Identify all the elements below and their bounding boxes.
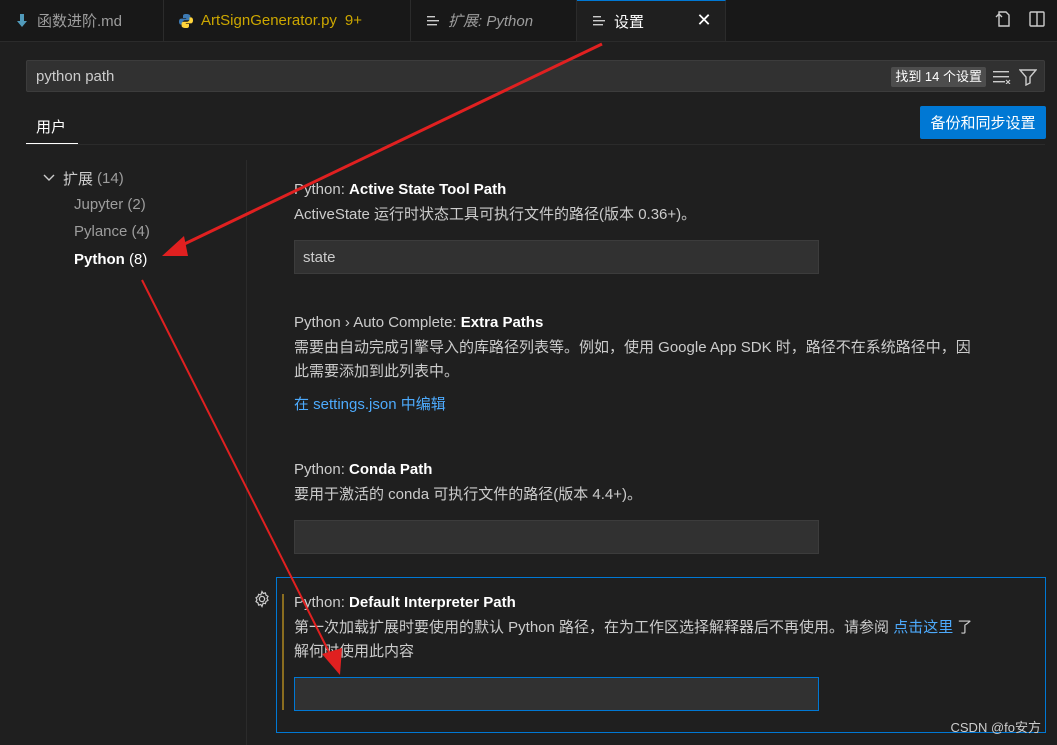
toc-item-label: Jupyter [74, 196, 124, 213]
search-result-count: 找到 14 个设置 [891, 67, 986, 87]
search-input[interactable]: python path [36, 68, 114, 85]
edit-in-settings-json-link[interactable]: 在 settings.json 中编辑 [294, 393, 1034, 414]
setting-default-interpreter-path: Python: Default Interpreter Path 第一次加载扩展… [294, 594, 1034, 664]
setting-title: Python: Active State Tool Path [294, 181, 1034, 198]
editor-actions [993, 0, 1047, 41]
split-editor-icon[interactable] [1027, 9, 1047, 33]
active-state-path-input[interactable]: state [294, 240, 819, 274]
modified-indicator [282, 594, 284, 710]
setting-category: Python: [294, 594, 350, 611]
close-icon[interactable]: ✕ [695, 10, 713, 30]
arrowhead [162, 236, 188, 256]
description-line: 此需要添加到此列表中。 [294, 363, 460, 380]
setting-description: ActiveState 运行时状态工具可执行文件的路径(版本 0.36+)。 [294, 206, 697, 223]
python-icon [178, 13, 194, 29]
editor-tab-bar: 函数进阶.md ArtSignGenerator.py 9+ 扩展: Pytho… [0, 0, 1057, 42]
toc-item-python[interactable]: Python (8) [74, 251, 147, 268]
description-line: 需要由自动完成引擎导入的库路径列表等。例如，使用 Google App SDK … [294, 339, 971, 356]
setting-title: Python: Default Interpreter Path [294, 594, 1034, 611]
description-text: 了 [953, 619, 973, 636]
clear-filter-icon[interactable] [992, 67, 1012, 87]
setting-name: Conda Path [349, 461, 433, 478]
toc-group-label: 扩展 [63, 171, 94, 188]
setting-category: Python › Auto Complete: [294, 314, 461, 331]
chevron-down-icon [42, 170, 58, 188]
setting-description: 要用于激活的 conda 可执行文件的路径(版本 4.4+)。 [294, 486, 642, 503]
setting-title: Python › Auto Complete: Extra Paths [294, 314, 1034, 331]
problems-badge: 9+ [344, 12, 363, 29]
setting-description: 需要由自动完成引擎导入的库路径列表等。例如，使用 Google App SDK … [294, 336, 1034, 384]
open-settings-json-icon[interactable] [993, 9, 1013, 33]
setting-title: Python: Conda Path [294, 461, 1034, 478]
toc-group-count: (14) [97, 170, 124, 187]
description-text: 第一次加载扩展时要使用的默认 Python 路径，在为工作区选择解释器后不再使用… [294, 619, 894, 636]
tab-user[interactable]: 用户 [36, 116, 66, 137]
setting-name: Default Interpreter Path [349, 594, 516, 611]
gear-icon[interactable] [253, 590, 271, 608]
toc-divider [246, 160, 247, 745]
toc-item-count: (2) [127, 196, 146, 213]
toc-item-pylance[interactable]: Pylance (4) [74, 223, 150, 240]
toc-item-label: Python [74, 251, 125, 268]
preview-icon [425, 13, 441, 29]
setting-category: Python: [294, 461, 350, 478]
setting-name: Active State Tool Path [349, 181, 507, 198]
setting-active-state-tool-path: Python: Active State Tool Path ActiveSta… [294, 181, 1034, 227]
settings-search[interactable]: python path 找到 14 个设置 [26, 60, 1045, 92]
click-here-link[interactable]: 点击这里 [893, 619, 953, 636]
tab-label: ArtSignGenerator.py [201, 12, 337, 29]
toc-item-jupyter[interactable]: Jupyter (2) [74, 196, 146, 213]
tab-extension-python[interactable]: 扩展: Python [411, 0, 577, 41]
description-line: 解何时使用此内容 [294, 643, 415, 660]
toc-item-label: Pylance [74, 223, 128, 240]
conda-path-input[interactable] [294, 520, 819, 554]
tab-label: 设置 [614, 13, 645, 31]
settings-file-icon [591, 13, 607, 29]
setting-auto-complete-extra-paths: Python › Auto Complete: Extra Paths 需要由自… [294, 314, 1034, 414]
tab-settings[interactable]: 设置 ✕ [577, 0, 726, 41]
default-interpreter-path-input[interactable] [294, 677, 819, 711]
setting-description: 第一次加载扩展时要使用的默认 Python 路径，在为工作区选择解释器后不再使用… [294, 616, 1034, 664]
toc-item-count: (4) [131, 223, 150, 240]
setting-conda-path: Python: Conda Path 要用于激活的 conda 可执行文件的路径… [294, 461, 1034, 507]
toc-item-count: (8) [129, 251, 148, 268]
filter-icon[interactable] [1018, 67, 1038, 87]
watermark: CSDN @fo安方 [950, 720, 1042, 735]
tab-python-file[interactable]: ArtSignGenerator.py 9+ [164, 0, 411, 41]
tab-markdown-file[interactable]: 函数进阶.md [0, 0, 164, 41]
tab-label: 函数进阶.md [37, 13, 123, 30]
backup-sync-button[interactable]: 备份和同步设置 [920, 106, 1046, 139]
toc-group-extensions[interactable]: 扩展 (14) [42, 168, 124, 189]
scope-divider [26, 144, 1045, 145]
setting-category: Python: [294, 181, 350, 198]
tab-label: 扩展: Python [448, 13, 534, 30]
download-icon [14, 13, 30, 29]
setting-name: Extra Paths [460, 314, 544, 331]
